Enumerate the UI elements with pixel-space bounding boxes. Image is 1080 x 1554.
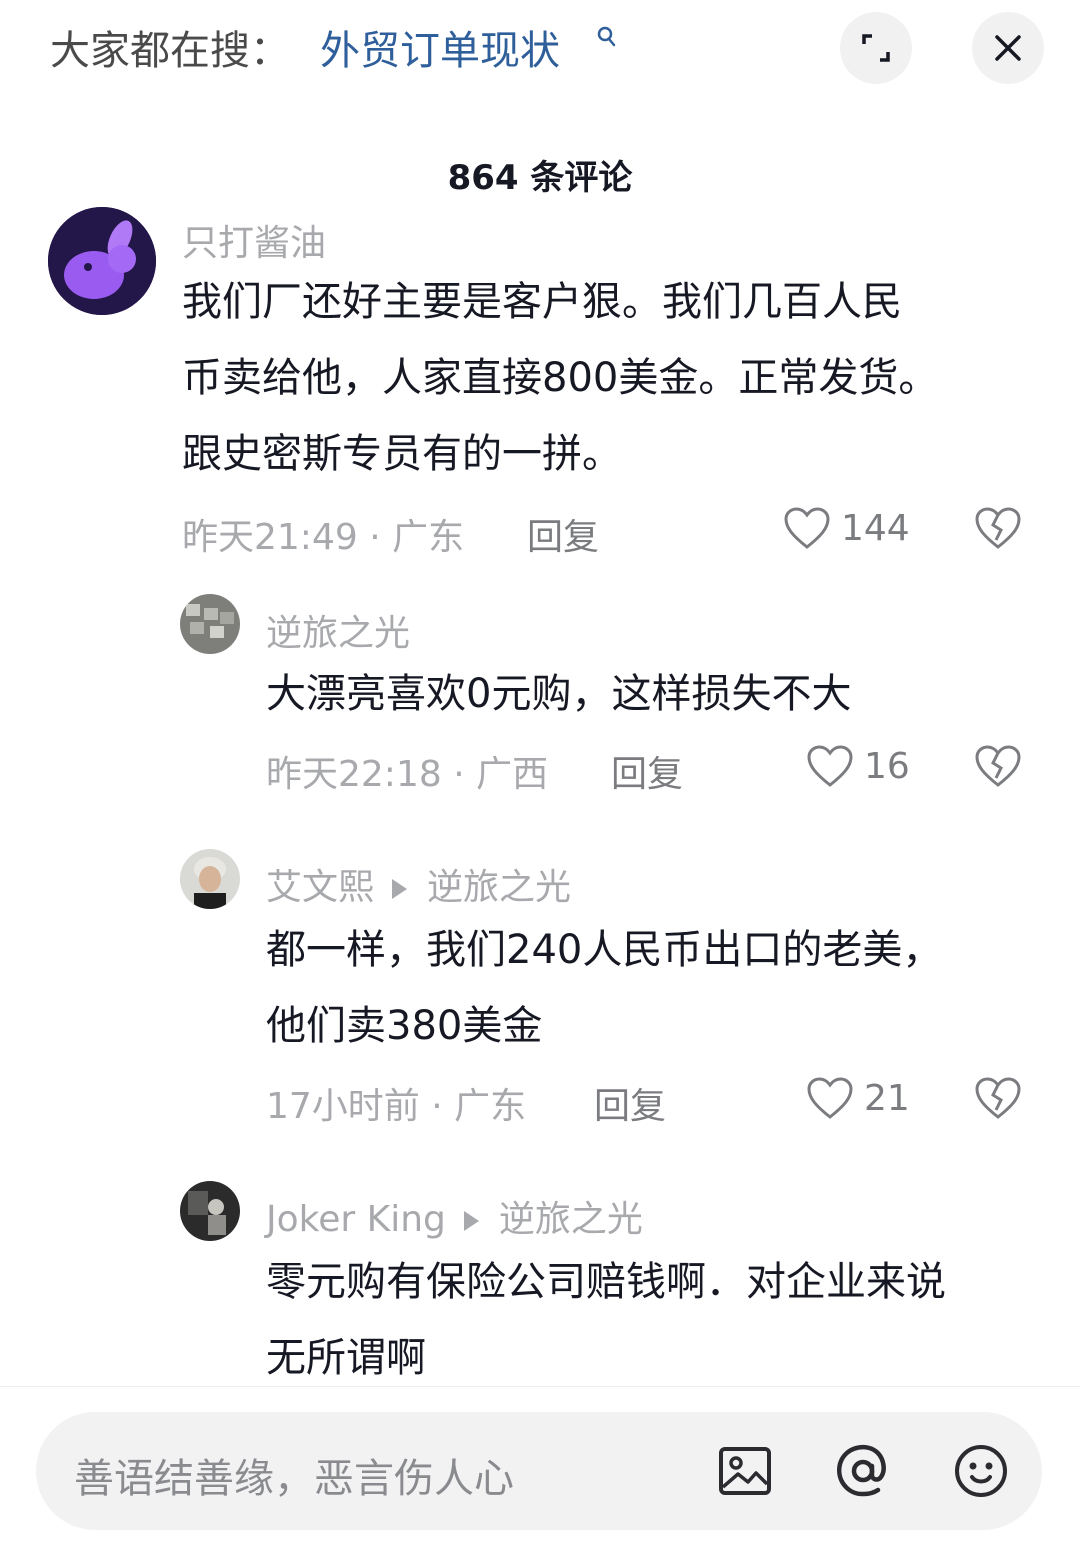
broken-heart-icon[interactable] xyxy=(974,744,1022,788)
avatar[interactable] xyxy=(180,849,240,909)
reply-button[interactable]: 回复 xyxy=(611,745,683,797)
rabbit-avatar-image xyxy=(48,207,156,315)
close-button[interactable] xyxy=(972,12,1044,84)
heart-icon xyxy=(807,1077,853,1119)
reply-button[interactable]: 回复 xyxy=(594,1077,666,1129)
like-count: 144 xyxy=(841,507,910,549)
comment-input[interactable]: 善语结善缘，恶言伤人心 xyxy=(36,1412,1042,1530)
heart-icon xyxy=(807,745,853,787)
comment-text: 零元购有保险公司赔钱啊．对企业来说 无所谓啊 xyxy=(266,1259,946,1381)
search-icon[interactable] xyxy=(596,26,616,48)
close-icon xyxy=(995,35,1021,61)
like-button[interactable]: 21 xyxy=(806,1076,910,1120)
hot-search-prefix: 大家都在搜： xyxy=(50,28,290,74)
comment-count-title: 864 条评论 xyxy=(447,158,633,198)
hot-search-bar: 大家都在搜： 外贸订单现状 xyxy=(0,0,1080,100)
comment-username[interactable]: Joker King xyxy=(266,1199,446,1240)
comment-username[interactable]: 只打酱油 xyxy=(182,214,326,266)
image-icon[interactable] xyxy=(716,1442,774,1500)
avatar[interactable] xyxy=(180,1181,240,1241)
reply-to-username[interactable]: 逆旅之光 xyxy=(499,1199,643,1240)
reply-to-username[interactable]: 逆旅之光 xyxy=(427,867,571,908)
comment-username[interactable]: 逆旅之光 xyxy=(266,604,410,656)
reply-arrow-icon xyxy=(463,1211,479,1231)
like-count: 21 xyxy=(864,1077,910,1119)
portrait-avatar-image xyxy=(180,849,240,909)
at-icon[interactable] xyxy=(834,1442,892,1500)
like-button[interactable]: 144 xyxy=(783,506,910,550)
avatar[interactable] xyxy=(48,207,156,315)
broken-heart-icon[interactable] xyxy=(974,506,1022,550)
comment-username-line: 艾文熙 逆旅之光 xyxy=(266,858,571,910)
comment-meta: 昨天21:49 · 广东 xyxy=(182,517,465,558)
emoji-icon[interactable] xyxy=(952,1442,1010,1500)
divider xyxy=(0,1386,1080,1387)
comment-text: 我们厂还好主要是客户狠。我们几百人民 币卖给他，人家直接800美金。正常发货。 … xyxy=(182,279,939,477)
reply-button[interactable]: 回复 xyxy=(527,508,599,560)
comment-text: 都一样，我们240人民币出口的老美， 他们卖380美金 xyxy=(266,927,943,1049)
comment-username[interactable]: 艾文熙 xyxy=(266,867,374,908)
comment-input-placeholder: 善语结善缘，恶言伤人心 xyxy=(74,1456,514,1502)
like-button[interactable]: 16 xyxy=(806,744,910,788)
keyboard-avatar-image xyxy=(180,594,240,654)
broken-heart-icon[interactable] xyxy=(974,1076,1022,1120)
hot-search-term[interactable]: 外贸订单现状 xyxy=(320,18,560,76)
expand-button[interactable] xyxy=(840,12,912,84)
dark-photo-avatar-image xyxy=(180,1181,240,1241)
comment-meta: 昨天22:18 · 广西 xyxy=(266,754,549,795)
comment-meta: 17小时前 · 广东 xyxy=(266,1086,527,1127)
comment-username-line: Joker King 逆旅之光 xyxy=(266,1190,643,1242)
expand-icon xyxy=(862,34,890,62)
comment-text: 大漂亮喜欢0元购，这样损失不大 xyxy=(266,671,852,717)
reply-arrow-icon xyxy=(392,879,408,899)
avatar[interactable] xyxy=(180,594,240,654)
like-count: 16 xyxy=(864,745,910,787)
heart-icon xyxy=(784,507,830,549)
